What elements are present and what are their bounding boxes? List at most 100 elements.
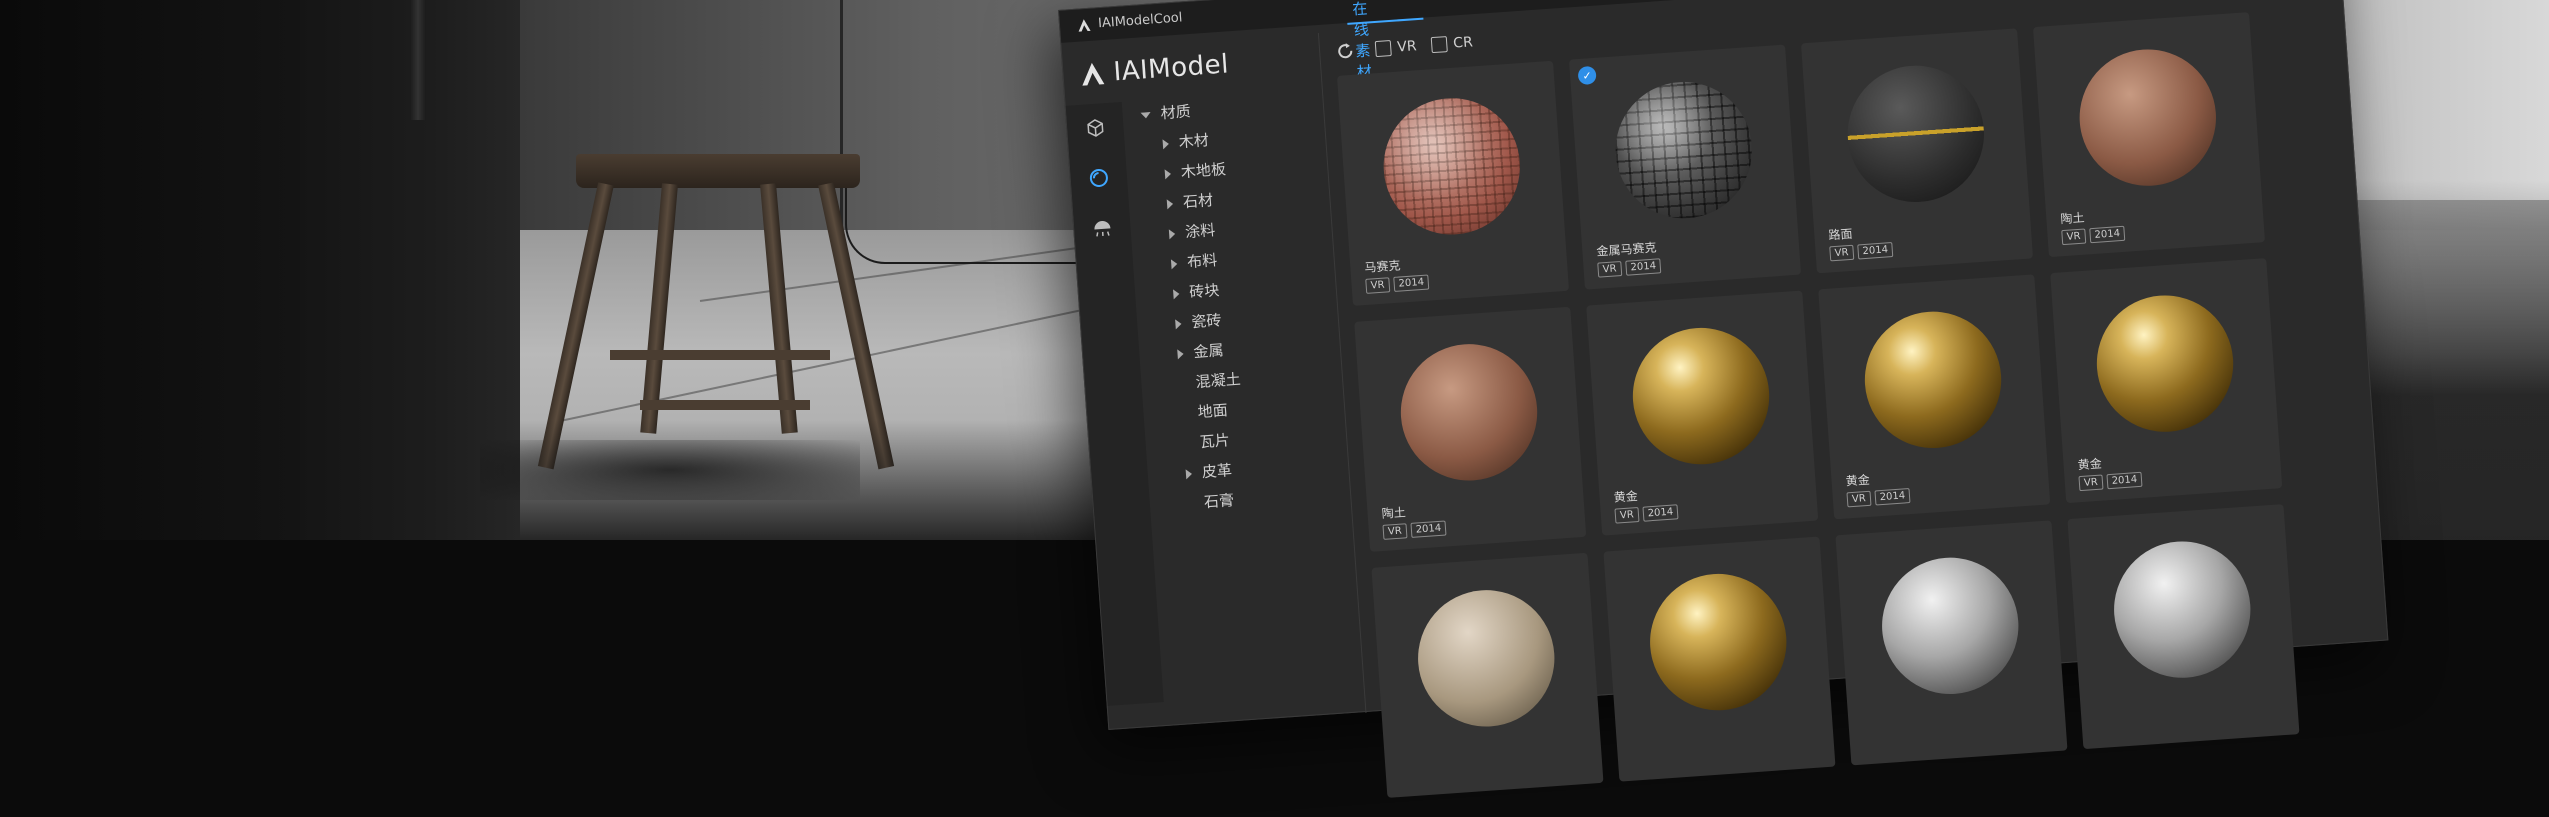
material-preview-sphere xyxy=(1413,585,1560,732)
wall-pipe xyxy=(410,0,426,120)
material-tags: VR 2014 xyxy=(1614,504,1679,524)
material-preview-sphere xyxy=(1877,553,2024,699)
material-card[interactable]: 陶土 VR 2014 xyxy=(1354,306,1587,552)
material-preview-sphere xyxy=(1645,569,1792,715)
material-tags: VR 2014 xyxy=(1365,274,1430,294)
material-tag-badge: VR xyxy=(1365,277,1391,294)
tree-item[interactable]: 布料 xyxy=(1170,249,1218,273)
tree-item-label: 金属 xyxy=(1192,341,1225,362)
material-name: 黄金 xyxy=(1845,472,1871,489)
material-name: 陶土 xyxy=(1381,505,1407,521)
tree-item-label: 石材 xyxy=(1182,191,1214,212)
tree-item-label: 皮革 xyxy=(1201,461,1233,482)
material-card[interactable]: 黄金 VR 2014 xyxy=(2050,258,2283,504)
material-card[interactable]: 路面 VR 2014 xyxy=(1800,28,2034,274)
material-tag-badge: VR xyxy=(1614,507,1640,524)
material-tag-badge: VR xyxy=(1382,523,1408,540)
brand-header: IAIModel xyxy=(1078,47,1230,91)
material-name: 陶土 xyxy=(2059,210,2085,227)
tree-item-label: 地面 xyxy=(1197,401,1229,422)
tree-item-label: 木材 xyxy=(1178,131,1210,152)
tree-item[interactable]: 木地板 xyxy=(1164,158,1227,183)
power-cable xyxy=(845,180,1109,264)
material-tag-badge: 2014 xyxy=(1625,258,1662,276)
material-tag-badge: 2014 xyxy=(2106,471,2143,490)
material-card[interactable]: 黄金 VR 2014 xyxy=(1818,274,2051,520)
material-tags: VR 2014 xyxy=(1846,488,1911,508)
material-card[interactable]: 陶土 VR 2014 xyxy=(2032,12,2266,258)
tree-item[interactable]: 金属 xyxy=(1177,339,1224,363)
tree-item[interactable]: 瓷砖 xyxy=(1175,309,1222,333)
tree-item[interactable]: 木材 xyxy=(1162,129,1209,153)
tree-item-label: 材质 xyxy=(1160,102,1192,123)
tree-item[interactable]: 皮革 xyxy=(1185,459,1233,483)
tree-item-materials[interactable]: 材质 xyxy=(1140,100,1191,125)
stool-rung xyxy=(640,400,810,410)
material-card[interactable]: 马赛克 VR 2014 xyxy=(1336,60,1570,306)
collapse-arrow-icon xyxy=(1140,111,1151,119)
tree-item-label: 瓦片 xyxy=(1199,431,1231,452)
material-tag-badge: 2014 xyxy=(1642,504,1679,522)
checkbox-box[interactable] xyxy=(1374,39,1392,58)
expand-arrow-icon xyxy=(1177,348,1184,359)
tree-item[interactable]: 砖块 xyxy=(1172,279,1220,303)
vr-filter-checkbox[interactable]: VR xyxy=(1374,38,1417,58)
material-tag-badge: 2014 xyxy=(1410,520,1447,538)
material-preview-sphere xyxy=(1843,61,1989,207)
material-card[interactable] xyxy=(1835,520,2068,766)
checkbox-box[interactable] xyxy=(1430,36,1448,54)
dark-wall xyxy=(0,0,300,540)
tree-item[interactable]: 混凝土 xyxy=(1195,368,1241,392)
tree-item-label: 砖块 xyxy=(1188,281,1220,302)
material-card[interactable]: ✓ 金属马赛克 VR 2014 xyxy=(1568,44,1802,290)
expand-arrow-icon xyxy=(1172,288,1180,299)
material-name: 黄金 xyxy=(2077,456,2103,473)
tree-item-label: 布料 xyxy=(1186,251,1218,272)
material-preview-sphere xyxy=(1611,77,1757,223)
material-card[interactable]: 黄金 VR 2014 xyxy=(1586,290,1819,536)
stool-seat xyxy=(576,154,860,188)
material-sphere-icon[interactable] xyxy=(1086,165,1112,191)
material-tag-badge: VR xyxy=(1829,244,1855,262)
material-tags: VR 2014 xyxy=(1597,258,1662,278)
selected-check-icon[interactable]: ✓ xyxy=(1577,65,1597,86)
cr-filter-checkbox[interactable]: CR xyxy=(1430,34,1474,54)
window-title: IAIModelCool xyxy=(1097,10,1183,32)
material-tags: VR 2014 xyxy=(2078,471,2143,492)
app-window: IAIModelCool IAIModel 材质 木材 木地板 石材 涂料 布料… xyxy=(1058,0,2389,798)
material-name: 马赛克 xyxy=(1363,258,1401,275)
material-name: 金属马赛克 xyxy=(1595,240,1657,259)
material-grid: 马赛克 VR 2014 ✓ 金属马赛克 VR 2014 路面 VR 2014 陶土 VR 2014 陶土 V… xyxy=(1336,6,2382,798)
app-window-perspective: IAIModelCool IAIModel 材质 木材 木地板 石材 涂料 布料… xyxy=(1058,0,2389,798)
material-tag-badge: VR xyxy=(1846,490,1872,508)
tree-item[interactable]: 涂料 xyxy=(1168,219,1216,243)
lighting-icon[interactable] xyxy=(1090,215,1116,241)
tree-item-label: 瓷砖 xyxy=(1190,311,1223,332)
expand-arrow-icon xyxy=(1164,168,1172,179)
material-tag-badge: 2014 xyxy=(2089,225,2126,244)
stool-leg xyxy=(760,183,798,434)
cr-filter-label: CR xyxy=(1452,34,1474,52)
expand-arrow-icon xyxy=(1175,318,1182,329)
expand-arrow-icon xyxy=(1170,258,1178,269)
material-preview-sphere xyxy=(1860,307,2006,453)
app-logo-icon xyxy=(1078,19,1091,32)
material-tags: VR 2014 xyxy=(1382,520,1447,540)
tree-item[interactable]: 瓦片 xyxy=(1199,429,1230,452)
tree-item[interactable]: 地面 xyxy=(1197,399,1228,422)
tree-item[interactable]: 石材 xyxy=(1166,189,1214,213)
stool-leg xyxy=(640,183,678,434)
material-card[interactable] xyxy=(1603,536,1836,782)
material-tag-badge: VR xyxy=(1597,261,1623,278)
material-card[interactable] xyxy=(2067,504,2300,750)
tree-item-label: 石膏 xyxy=(1203,491,1235,512)
material-name: 路面 xyxy=(1827,226,1853,243)
tree-item[interactable]: 石膏 xyxy=(1203,489,1234,512)
refresh-icon[interactable] xyxy=(1335,40,1356,61)
material-preview-sphere xyxy=(1628,323,1774,469)
cube-icon[interactable] xyxy=(1083,115,1109,141)
material-card[interactable] xyxy=(1371,552,1604,798)
tree-item-label: 混凝土 xyxy=(1194,370,1242,392)
brand-logo-icon xyxy=(1082,62,1105,86)
expand-arrow-icon xyxy=(1166,198,1174,209)
